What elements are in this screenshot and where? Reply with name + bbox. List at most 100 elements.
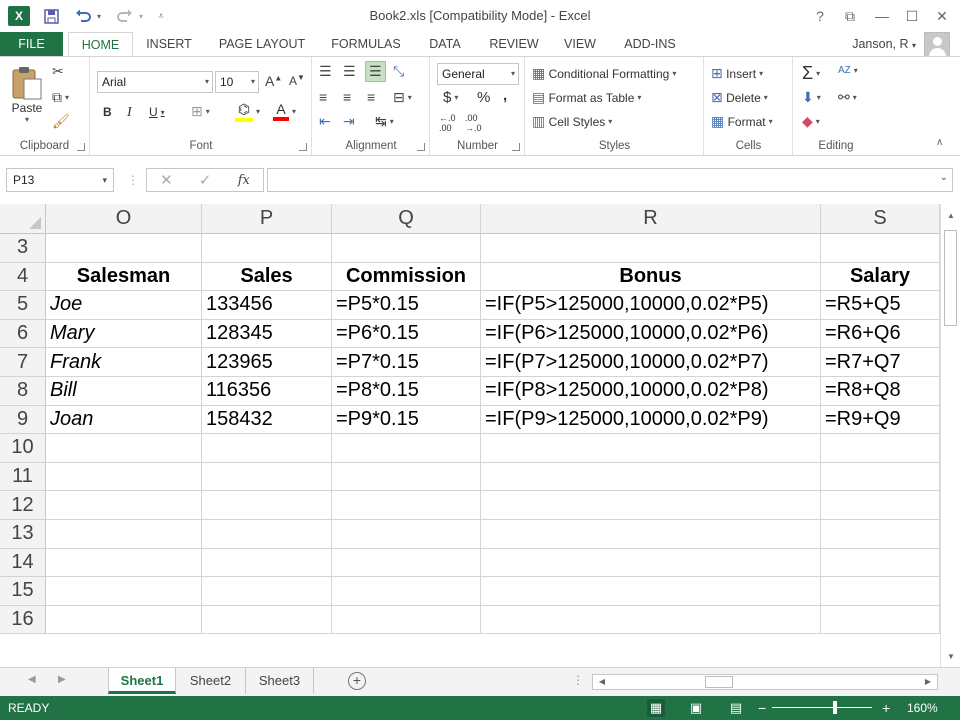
increase-font-button[interactable]: A▲: [265, 73, 282, 89]
tab-add-ins[interactable]: ADD-INS: [614, 32, 686, 56]
cell-p11[interactable]: [202, 462, 332, 492]
copy-button[interactable]: ⧉ ▾: [52, 89, 69, 106]
zoom-slider[interactable]: [772, 707, 872, 708]
cell-o12[interactable]: [46, 491, 202, 520]
cell-s11[interactable]: [821, 462, 940, 492]
format-cells-button[interactable]: ▦ Format ▾: [711, 113, 773, 130]
cell-p8[interactable]: 116356: [202, 377, 332, 406]
cell-q8[interactable]: =P8*0.15: [332, 377, 481, 406]
clear-button[interactable]: ◆ ▾: [802, 113, 820, 130]
cell-p9[interactable]: 158432: [202, 405, 332, 435]
avatar[interactable]: [924, 32, 950, 58]
row-header-9[interactable]: 9: [0, 405, 46, 435]
row-header-5[interactable]: 5: [0, 291, 46, 320]
font-launcher-icon[interactable]: [299, 143, 307, 151]
row-header-15[interactable]: 15: [0, 577, 46, 606]
cell-q15[interactable]: [332, 577, 481, 606]
insert-function-icon[interactable]: fx: [238, 173, 250, 188]
excel-logo-icon[interactable]: X: [8, 6, 30, 26]
cell-s12[interactable]: [821, 491, 940, 520]
cell-q7[interactable]: =P7*0.15: [332, 348, 481, 377]
top-align-button[interactable]: ☰: [319, 63, 332, 80]
name-box[interactable]: P13 ▾: [6, 168, 114, 192]
fill-button[interactable]: ⬇ ▾: [802, 89, 821, 106]
page-break-view-icon[interactable]: ▤: [727, 699, 745, 717]
zoom-out-button[interactable]: −: [758, 696, 766, 720]
minimize-button[interactable]: —: [868, 0, 896, 32]
cell-s9[interactable]: =R9+Q9: [821, 405, 940, 435]
borders-button[interactable]: ⊞ ▾: [191, 103, 210, 120]
autosum-button[interactable]: Σ ▾: [802, 63, 820, 84]
vertical-scroll-thumb[interactable]: [944, 230, 957, 326]
formula-bar-separator-icon[interactable]: ⋮: [127, 173, 139, 187]
tab-formulas[interactable]: FORMULAS: [322, 32, 410, 56]
column-header-p[interactable]: P: [202, 204, 332, 234]
cell-o15[interactable]: [46, 577, 202, 606]
row-header-7[interactable]: 7: [0, 348, 46, 377]
cell-r10[interactable]: [481, 434, 821, 463]
row-header-4[interactable]: 4: [0, 262, 46, 292]
row-header-16[interactable]: 16: [0, 605, 46, 635]
cell-o8[interactable]: Bill: [46, 377, 202, 406]
cell-p5[interactable]: 133456: [202, 291, 332, 320]
cell-p10[interactable]: [202, 434, 332, 463]
cell-o16[interactable]: [46, 605, 202, 635]
font-size-select[interactable]: 10 ▾: [215, 71, 259, 93]
normal-view-icon[interactable]: ▦: [647, 699, 665, 717]
customize-qat-icon[interactable]: ⩡: [154, 0, 168, 32]
fill-color-button[interactable]: ⌬ ▾: [235, 101, 260, 122]
decrease-font-button[interactable]: A▼: [289, 73, 305, 88]
cell-s6[interactable]: =R6+Q6: [821, 319, 940, 349]
sort-filter-button[interactable]: AZ ▾: [838, 65, 858, 76]
ribbon-display-options-button[interactable]: ⧉: [836, 0, 864, 32]
tab-split-handle-icon[interactable]: ⋮: [572, 673, 584, 687]
cell-r4[interactable]: Bonus: [481, 262, 821, 292]
bold-button[interactable]: B: [103, 105, 112, 119]
sheet-tab-sheet2[interactable]: Sheet2: [176, 668, 246, 694]
close-button[interactable]: ✕: [928, 0, 956, 32]
cell-p15[interactable]: [202, 577, 332, 606]
select-all-button[interactable]: [0, 204, 46, 234]
scroll-left-icon[interactable]: ◀: [595, 675, 609, 689]
tab-review[interactable]: REVIEW: [481, 32, 547, 56]
row-header-3[interactable]: 3: [0, 234, 46, 263]
cell-r13[interactable]: [481, 520, 821, 549]
cell-o10[interactable]: [46, 434, 202, 463]
new-sheet-button[interactable]: +: [348, 672, 366, 690]
merge-center-button[interactable]: ⊟ ▾: [393, 89, 412, 106]
cell-s13[interactable]: [821, 520, 940, 549]
cell-p3[interactable]: [202, 234, 332, 263]
middle-align-button[interactable]: ☰: [343, 63, 356, 80]
tab-page-layout[interactable]: PAGE LAYOUT: [210, 32, 314, 56]
cell-p12[interactable]: [202, 491, 332, 520]
bottom-align-button[interactable]: ☰: [365, 61, 386, 82]
comma-button[interactable]: ,: [503, 87, 507, 104]
cell-s16[interactable]: [821, 605, 940, 635]
maximize-button[interactable]: ☐: [898, 0, 926, 32]
cell-r12[interactable]: [481, 491, 821, 520]
cell-s3[interactable]: [821, 234, 940, 263]
align-left-button[interactable]: ≡: [319, 89, 327, 105]
redo-dropdown-icon[interactable]: ▾: [136, 0, 146, 32]
cell-r8[interactable]: =IF(P8>125000,10000,0.02*P8): [481, 377, 821, 406]
currency-button[interactable]: $ ▾: [443, 89, 458, 106]
cancel-icon[interactable]: ✕: [160, 171, 173, 189]
cell-r6[interactable]: =IF(P6>125000,10000,0.02*P6): [481, 319, 821, 349]
cell-o5[interactable]: Joe: [46, 291, 202, 320]
cell-o6[interactable]: Mary: [46, 319, 202, 349]
sheet-tab-sheet1[interactable]: Sheet1: [108, 668, 176, 694]
cell-s15[interactable]: [821, 577, 940, 606]
cell-q10[interactable]: [332, 434, 481, 463]
redo-icon[interactable]: [114, 0, 136, 32]
conditional-formatting-button[interactable]: ▦ Conditional Formatting ▾: [532, 65, 676, 82]
row-header-13[interactable]: 13: [0, 520, 46, 549]
decrease-indent-button[interactable]: ⇤: [319, 113, 331, 130]
cell-r5[interactable]: =IF(P5>125000,10000,0.02*P5): [481, 291, 821, 320]
cell-r3[interactable]: [481, 234, 821, 263]
cell-p4[interactable]: Sales: [202, 262, 332, 292]
tab-home[interactable]: HOME: [68, 32, 133, 57]
scroll-right-icon[interactable]: ▶: [921, 675, 935, 689]
scroll-down-icon[interactable]: ▼: [944, 649, 958, 665]
cell-o3[interactable]: [46, 234, 202, 263]
horizontal-scroll-thumb[interactable]: [705, 676, 733, 688]
